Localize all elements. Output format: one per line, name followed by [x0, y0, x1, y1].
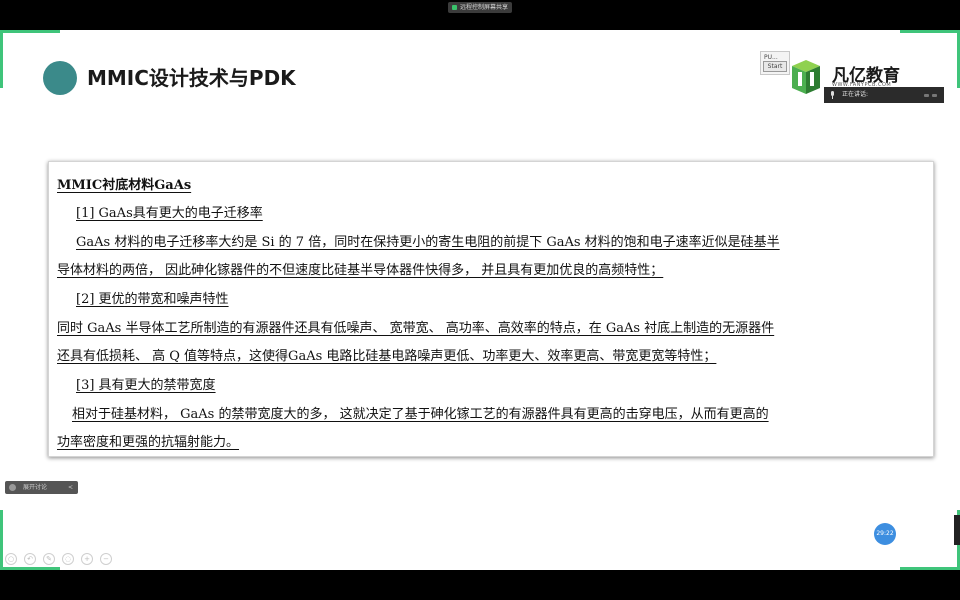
content-panel: MMIC衬底材料GaAs [1] GaAs具有更大的电子迁移率 GaAs 材料的… [48, 161, 934, 457]
zoom-in-icon[interactable]: + [81, 553, 93, 565]
frame-accent-bottom-left [0, 567, 60, 570]
content-line: [1] GaAs具有更大的电子迁移率 [76, 206, 263, 221]
discussion-toggle-button[interactable]: 展开讨论 < [5, 481, 78, 494]
content-line: 导体材料的两倍， 因此砷化镓器件的不但速度比硅基半导体器件快得多， 并且具有更加… [57, 263, 664, 278]
discussion-icon [9, 484, 16, 491]
zoom-out-icon[interactable]: − [100, 553, 112, 565]
content-line: [2] 更优的带宽和噪声特性 [76, 292, 229, 307]
timer-badge[interactable]: 29:22 [874, 523, 896, 545]
frame-accent-top-left [0, 30, 60, 33]
share-icon [451, 5, 457, 10]
content-line: GaAs 材料的电子迁移率大约是 Si 的 7 倍，同时在保持更小的寄生电阻的前… [76, 235, 780, 250]
start-widget[interactable]: PU... Start [760, 51, 790, 75]
frame-accent-bottom-right [900, 567, 960, 570]
undo-icon[interactable]: ↶ [24, 553, 36, 565]
frame-accent-left-bottom [0, 510, 3, 570]
pen-icon[interactable]: ✎ [43, 553, 55, 565]
start-widget-label: PU... [764, 54, 778, 61]
circle-icon[interactable]: ○ [5, 553, 17, 565]
speaking-indicator: 正在讲话: [824, 87, 944, 103]
content-line: 还具有低损耗、 高 Q 值等特点，这使得GaAs 电路比硅基电路噪声更低、功率更… [57, 349, 717, 364]
content-line: [3] 具有更大的禁带宽度 [76, 378, 216, 393]
content-line: 同时 GaAs 半导体工艺所制造的有源器件还具有低噪声、 宽带宽、 高功率、高效… [57, 321, 775, 336]
content-line: 功率密度和更强的抗辐射能力。 [57, 435, 240, 450]
side-panel-handle[interactable] [954, 515, 960, 545]
screen-share-badge[interactable]: 远程控制屏幕共享 [448, 2, 512, 13]
frame-accent-top-right [900, 30, 960, 33]
volume-bars-icon [924, 94, 937, 97]
frame-accent-left-top [0, 30, 3, 88]
slide-canvas: MMIC设计技术与PDK PU... Start 凡亿教育 WWW.FANYPC… [0, 30, 960, 570]
slide-title: MMIC设计技术与PDK [87, 66, 296, 90]
speaking-label: 正在讲话: [842, 91, 869, 98]
eraser-icon[interactable]: ◌ [62, 553, 74, 565]
start-button[interactable]: Start [763, 61, 787, 72]
title-bullet-circle [43, 61, 77, 95]
discussion-label: 展开讨论 [23, 484, 48, 491]
chevron-left-icon: < [67, 484, 73, 491]
content-line: 相对于硅基材料， GaAs 的禁带宽度大的多， 这就决定了基于砷化镓工艺的有源器… [72, 407, 769, 422]
microphone-icon [831, 91, 834, 99]
fanyi-logo-icon [792, 60, 820, 94]
content-heading: MMIC衬底材料GaAs [57, 178, 192, 193]
share-badge-label: 远程控制屏幕共享 [459, 4, 508, 11]
